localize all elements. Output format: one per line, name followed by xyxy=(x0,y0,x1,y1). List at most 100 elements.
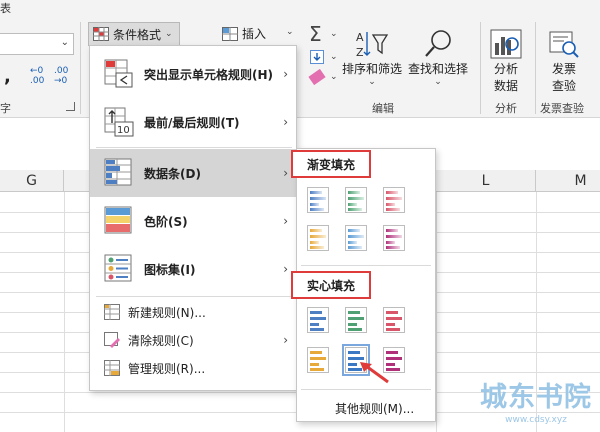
menu-item-label: 管理规则(R)... xyxy=(128,361,206,376)
group-divider xyxy=(535,22,536,114)
fill-down-icon[interactable] xyxy=(310,50,324,64)
watermark-title: 城东书院 xyxy=(480,382,592,413)
invoice-check-line1: 发票 xyxy=(551,62,576,76)
menu-item-label: 新建规则(N)... xyxy=(128,305,206,320)
analyze-data-icon xyxy=(490,29,522,59)
sort-filter-icon: A Z xyxy=(356,31,389,59)
find-select-label: 查找和选择 xyxy=(408,62,469,76)
manage-rules-icon xyxy=(104,360,120,376)
analyze-data-line1: 分析 xyxy=(493,62,518,76)
eraser-icon[interactable] xyxy=(308,68,326,86)
menu-item-icon-sets[interactable]: 图标集(I) › xyxy=(90,245,296,293)
group-divider xyxy=(80,22,81,114)
menu-item-clear-rules[interactable]: 清除规则(C) › xyxy=(90,326,296,354)
icon-number-10: 10 xyxy=(117,125,130,136)
insert-label: 插入 xyxy=(242,27,267,41)
ribbon-top-left-char: 表 xyxy=(0,2,11,15)
gradient-blue-data-bar[interactable] xyxy=(307,187,329,213)
font-group-label: 字 xyxy=(0,102,11,115)
top-bottom-rules-icon: 10 xyxy=(104,107,134,137)
solid-green-data-bar[interactable] xyxy=(345,307,367,333)
menu-item-label: 清除规则(C) xyxy=(128,333,194,348)
svg-text:Z: Z xyxy=(356,46,364,59)
invoice-check-button[interactable]: 发票 查验 xyxy=(548,28,580,94)
solid-blue-data-bar[interactable] xyxy=(307,307,329,333)
comma-style-icon[interactable]: , xyxy=(4,66,11,87)
menu-item-label: 最前/最后规则(T) xyxy=(144,115,240,130)
pointer-arrow-icon xyxy=(360,362,389,384)
menu-item-label: 突出显示单元格规则(H) xyxy=(144,67,274,82)
dialog-launcher-icon[interactable] xyxy=(66,102,75,111)
gradient-lightblue-data-bar[interactable] xyxy=(345,225,367,251)
sort-filter-label: 排序和筛选 xyxy=(342,62,403,76)
invoice-check-line2: 查验 xyxy=(551,79,576,93)
chevron-down-icon[interactable]: ⌄ xyxy=(330,52,338,62)
gradient-purple-data-bar[interactable] xyxy=(383,225,405,251)
invoice-search-icon xyxy=(549,31,579,58)
chevron-down-icon[interactable]: ⌄ xyxy=(330,72,338,82)
menu-item-label: 数据条(D) xyxy=(144,166,201,181)
analyze-data-button[interactable]: 分析 数据 xyxy=(490,28,522,94)
color-scales-icon xyxy=(104,206,134,236)
new-rule-icon xyxy=(104,304,120,320)
group-divider xyxy=(480,22,481,114)
column-header-m[interactable]: M xyxy=(536,170,600,192)
conditional-format-label: 条件格式 xyxy=(113,27,162,42)
editing-group-label: 编辑 xyxy=(372,102,394,115)
insert-button[interactable]: 插入 xyxy=(222,25,266,42)
icon-sets-icon xyxy=(104,254,134,284)
chevron-down-icon: ⌄ xyxy=(368,77,376,87)
chevron-down-icon[interactable]: ⌄ xyxy=(286,27,294,37)
analysis-group-label: 分析 xyxy=(495,102,517,115)
autosum-icon[interactable]: Σ xyxy=(309,22,322,46)
chevron-down-icon: ⌄ xyxy=(60,37,69,48)
invoice-group-label: 发票查验 xyxy=(540,102,584,115)
column-header-l[interactable]: L xyxy=(436,170,536,192)
solid-red-data-bar[interactable] xyxy=(383,307,405,333)
data-bars-icon xyxy=(104,158,134,188)
chevron-down-icon: ⌄ xyxy=(165,29,173,39)
insert-cells-icon xyxy=(222,26,238,41)
gradient-fill-heading: 渐变填充 xyxy=(291,150,371,178)
conditional-format-icon xyxy=(93,27,109,41)
highlight-rules-icon xyxy=(104,59,134,89)
watermark: 城东书院 www.cdsy.xyz xyxy=(474,382,598,430)
chevron-right-icon: › xyxy=(283,262,288,276)
chevron-down-icon: ⌄ xyxy=(434,77,442,87)
increase-decimal-icon[interactable]: ←0.00 xyxy=(30,66,44,86)
menu-item-highlight-rules[interactable]: 突出显示单元格规则(H) › xyxy=(90,50,296,98)
decrease-decimal-icon[interactable]: .00 →0 xyxy=(54,66,68,86)
solid-fill-heading: 实心填充 xyxy=(291,271,371,299)
chevron-right-icon: › xyxy=(283,214,288,228)
menu-item-color-scales[interactable]: 色阶(S) › xyxy=(90,197,296,245)
menu-item-label: 色阶(S) xyxy=(144,214,188,229)
menu-item-label: 图标集(I) xyxy=(144,262,196,277)
menu-item-top-bottom-rules[interactable]: 10 最前/最后规则(T) › xyxy=(90,98,296,146)
menu-item-manage-rules[interactable]: 管理规则(R)... xyxy=(90,354,296,382)
chevron-right-icon: › xyxy=(283,67,288,81)
gradient-orange-data-bar[interactable] xyxy=(307,225,329,251)
watermark-url: www.cdsy.xyz xyxy=(505,415,567,425)
conditional-format-menu: 突出显示单元格规则(H) › 10 最前/最后规则(T) › 数据条(D) › … xyxy=(89,45,297,391)
sort-filter-button[interactable]: A Z 排序和筛选 ⌄ xyxy=(342,28,402,87)
gradient-green-data-bar[interactable] xyxy=(345,187,367,213)
find-select-button[interactable]: 查找和选择 ⌄ xyxy=(408,28,468,87)
font-size-box[interactable]: ⌄ xyxy=(0,33,74,55)
solid-orange-data-bar[interactable] xyxy=(307,347,329,373)
analyze-data-line2: 数据 xyxy=(493,79,518,93)
chevron-right-icon: › xyxy=(283,333,288,347)
more-rules-item[interactable]: 其他规则(M)... xyxy=(335,400,414,417)
menu-item-data-bars[interactable]: 数据条(D) › xyxy=(90,149,296,197)
submenu-divider xyxy=(301,389,431,390)
menu-divider xyxy=(96,147,292,148)
svg-text:A: A xyxy=(356,31,364,44)
submenu-divider xyxy=(301,265,431,266)
conditional-format-button[interactable]: 条件格式 ⌄ xyxy=(88,22,180,46)
chevron-right-icon: › xyxy=(283,115,288,129)
chevron-down-icon[interactable]: ⌄ xyxy=(330,29,338,39)
menu-divider xyxy=(96,296,292,297)
menu-item-new-rule[interactable]: 新建规则(N)... xyxy=(90,298,296,326)
magnifier-icon xyxy=(425,30,451,57)
column-header-g[interactable]: G xyxy=(0,170,64,192)
gradient-red-data-bar[interactable] xyxy=(383,187,405,213)
